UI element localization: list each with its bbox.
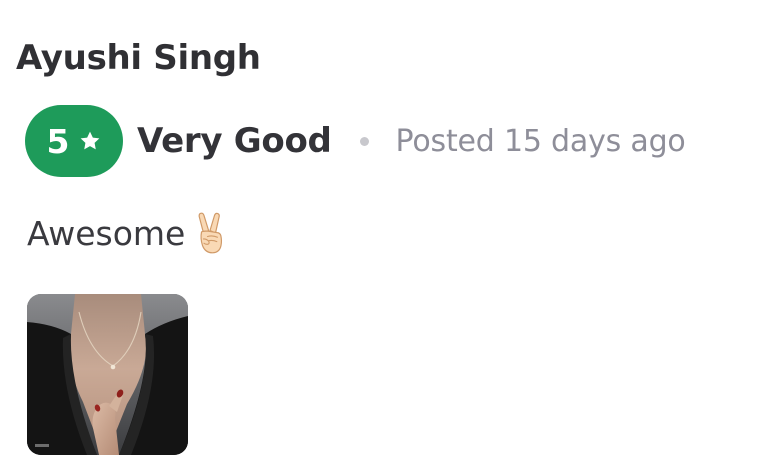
rating-label: Very Good <box>137 121 332 161</box>
posted-date: Posted 15 days ago <box>395 123 686 159</box>
review-card: Ayushi Singh 5 Very Good Posted 15 days … <box>0 0 763 471</box>
rating-badge: 5 <box>25 105 123 177</box>
review-photo-thumbnail[interactable] <box>27 294 188 455</box>
rating-row: 5 Very Good Posted 15 days ago <box>25 104 686 178</box>
separator-dot <box>359 136 369 146</box>
review-text: Awesome <box>27 213 186 253</box>
victory-hand-icon <box>198 212 223 254</box>
rating-value: 5 <box>46 121 70 161</box>
review-body: Awesome <box>27 208 227 258</box>
necklace-photo <box>27 294 188 455</box>
star-icon <box>81 131 100 150</box>
reviewer-name: Ayushi Singh <box>16 38 261 78</box>
